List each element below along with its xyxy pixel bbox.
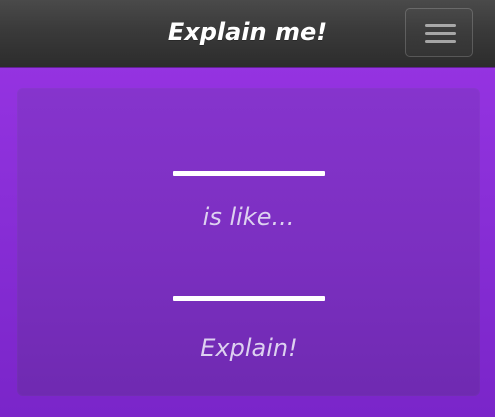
second-term-blank[interactable] bbox=[173, 296, 325, 301]
hamburger-menu-icon bbox=[425, 24, 456, 44]
first-term-blank[interactable] bbox=[173, 171, 325, 176]
hamburger-line bbox=[425, 32, 456, 35]
hamburger-line bbox=[425, 24, 456, 27]
navbar: Explain me! bbox=[0, 0, 495, 67]
explain-card: is like... Explain! bbox=[17, 88, 480, 396]
is-like-text: is like... bbox=[202, 203, 295, 231]
menu-toggle-button[interactable] bbox=[405, 8, 473, 57]
hamburger-line bbox=[425, 40, 456, 43]
explain-button[interactable]: Explain! bbox=[179, 329, 319, 367]
